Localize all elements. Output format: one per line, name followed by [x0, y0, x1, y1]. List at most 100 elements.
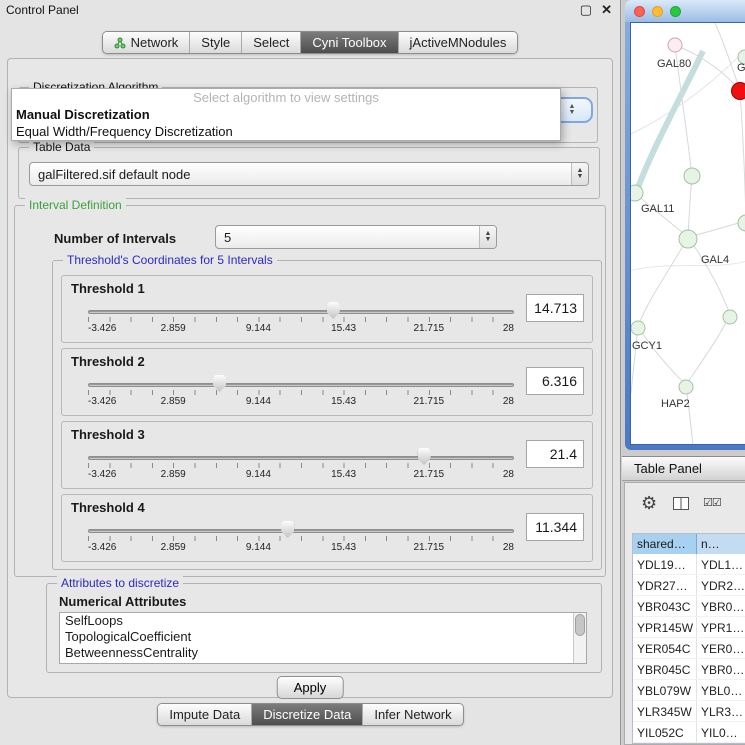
table-row[interactable]: YER054C YER0… — [633, 638, 745, 659]
node[interactable] — [679, 380, 693, 394]
number-of-intervals-label: Number of Intervals — [54, 231, 176, 246]
node[interactable] — [668, 38, 682, 52]
attributes-to-discretize-group: Attributes to discretize Numerical Attri… — [46, 583, 602, 673]
table-row[interactable]: YBR043C YBR0… — [633, 596, 745, 617]
scrollbar-thumb[interactable] — [575, 614, 585, 636]
table-data-combobox[interactable]: galFiltered.sif default node ▲▼ — [29, 162, 589, 186]
table-data-group: Table Data galFiltered.sif default node … — [18, 147, 600, 199]
tab-network[interactable]: Network — [103, 32, 191, 53]
attributes-group-title: Attributes to discretize — [57, 576, 183, 590]
table-data-group-title: Table Data — [29, 140, 94, 154]
selected-node[interactable] — [732, 83, 745, 100]
slider-ticks — [88, 390, 514, 395]
node[interactable] — [723, 310, 737, 324]
tab-jactivemnodules-label: jActiveMNodules — [410, 35, 507, 50]
thresholds-coordinates-group-title: Threshold's Coordinates for 5 Intervals — [63, 253, 277, 267]
scale-label: 9.144 — [246, 469, 271, 480]
threshold-value-field[interactable]: 6.316 — [526, 367, 584, 395]
slider-scale: -3.426 2.859 9.144 15.43 21.715 28 — [88, 469, 514, 481]
threshold-panel: Threshold 4 -3.426 2.859 9.144 15.43 21.… — [61, 494, 593, 562]
table-data-combobox-value: galFiltered.sif default node — [30, 167, 571, 182]
node[interactable] — [631, 321, 645, 335]
list-scrollbar[interactable] — [573, 613, 586, 663]
scale-label: 2.859 — [161, 396, 186, 407]
tab-discretize-data[interactable]: Discretize Data — [252, 704, 363, 725]
stepper-arrows-icon: ▲▼ — [569, 104, 576, 116]
stepper-arrows-icon[interactable]: ▲▼ — [479, 226, 496, 248]
slider-track[interactable] — [88, 529, 514, 533]
table-row[interactable]: YIL052C YIL0… — [633, 722, 745, 743]
scale-label: -3.426 — [88, 396, 116, 407]
stepper-arrows-icon[interactable]: ▲▼ — [571, 163, 588, 185]
cyni-toolbox-panel: Discretization Algorithm ▲▼ Select algor… — [7, 58, 613, 698]
numerical-attributes-list: SelfLoops TopologicalCoefficient Between… — [59, 612, 587, 664]
list-item[interactable]: TopologicalCoefficient — [60, 629, 586, 645]
slider-track[interactable] — [88, 383, 514, 387]
cell-shared-name: YBR043C — [633, 596, 697, 616]
slider-scale: -3.426 2.859 9.144 15.43 21.715 28 — [88, 323, 514, 335]
slider-scale: -3.426 2.859 9.144 15.43 21.715 28 — [88, 396, 514, 408]
threshold-label: Threshold 4 — [71, 500, 145, 515]
slider-track[interactable] — [88, 456, 514, 460]
control-panel-window: Control Panel ▢ ✕ Network Style Select — [0, 0, 621, 745]
tab-jactivemnodules[interactable]: jActiveMNodules — [399, 32, 518, 53]
close-icon[interactable]: ✕ — [601, 2, 612, 18]
list-item[interactable]: SelfLoops — [60, 613, 586, 629]
threshold-panel: Threshold 2 -3.426 2.859 9.144 15.43 21.… — [61, 348, 593, 416]
number-of-intervals-combobox[interactable]: 5 ▲▼ — [215, 225, 497, 249]
table-row[interactable]: YLR345W YLR3… — [633, 701, 745, 722]
tab-impute-data[interactable]: Impute Data — [158, 704, 252, 725]
table-row[interactable]: YDR27… YDR2… — [633, 575, 745, 596]
table-row[interactable]: YDL19… YDL1… — [633, 554, 745, 575]
scale-label: 9.144 — [246, 323, 271, 334]
interval-definition-group-title: Interval Definition — [25, 198, 126, 212]
minimize-traffic-light[interactable] — [652, 6, 663, 17]
tab-infer-network[interactable]: Infer Network — [363, 704, 462, 725]
node[interactable] — [684, 168, 700, 184]
cell-shared-name: YDR27… — [633, 575, 697, 595]
tab-style[interactable]: Style — [190, 32, 242, 53]
float-window-icon[interactable]: ▢ — [580, 2, 592, 18]
dropdown-option-manual-discretization[interactable]: Manual Discretization — [12, 106, 560, 123]
dropdown-option-equal-width-frequency[interactable]: Equal Width/Frequency Discretization — [12, 123, 560, 140]
threshold-panel: Threshold 1 -3.426 2.859 9.144 15.43 21.… — [61, 275, 593, 343]
node[interactable] — [679, 230, 697, 248]
scale-label: 28 — [503, 542, 514, 553]
network-icon — [114, 37, 126, 49]
close-traffic-light[interactable] — [634, 6, 645, 17]
tab-select[interactable]: Select — [242, 32, 301, 53]
select-rows-icons[interactable]: ☑☑ — [703, 496, 721, 509]
window-title: Control Panel — [6, 3, 79, 17]
column-header-shared-name[interactable]: shared… — [633, 534, 697, 554]
table-row[interactable]: YPR145W YPR1… — [633, 617, 745, 638]
node[interactable] — [738, 215, 745, 231]
threshold-value-field[interactable]: 14.713 — [526, 294, 584, 322]
list-item[interactable]: BetweennessCentrality — [60, 645, 586, 661]
gear-icon[interactable]: ⚙ — [641, 493, 657, 514]
scale-label: 28 — [503, 323, 514, 334]
table-row[interactable]: YBL079W YBL0… — [633, 680, 745, 701]
columns-icon[interactable] — [673, 497, 689, 513]
zoom-traffic-light[interactable] — [670, 6, 681, 17]
table-row[interactable]: YBR045C YBR0… — [633, 659, 745, 680]
threshold-slider[interactable]: -3.426 2.859 9.144 15.43 21.715 28 — [88, 448, 514, 486]
tab-cyni-toolbox[interactable]: Cyni Toolbox — [301, 32, 398, 53]
scale-label: 2.859 — [161, 469, 186, 480]
slider-track[interactable] — [88, 310, 514, 314]
column-header-name[interactable]: n… — [697, 534, 745, 554]
right-column: GAL80 GA GAL11 GAL4 GCY1 HAP2 Table Pane… — [622, 0, 745, 745]
cell-shared-name: YPR145W — [633, 617, 697, 637]
threshold-value-field[interactable]: 11.344 — [526, 513, 584, 541]
cell-name: YDL1… — [697, 554, 745, 574]
threshold-slider[interactable]: -3.426 2.859 9.144 15.43 21.715 28 — [88, 302, 514, 340]
tab-network-label: Network — [131, 35, 179, 50]
threshold-value-field[interactable]: 21.4 — [526, 440, 584, 468]
network-canvas[interactable]: GAL80 GA GAL11 GAL4 GCY1 HAP2 — [630, 22, 745, 445]
node[interactable] — [631, 185, 643, 201]
apply-button[interactable]: Apply — [277, 676, 344, 699]
cell-shared-name: YER054C — [633, 638, 697, 658]
threshold-slider[interactable]: -3.426 2.859 9.144 15.43 21.715 28 — [88, 521, 514, 559]
node-label: GA — [737, 62, 745, 74]
threshold-slider[interactable]: -3.426 2.859 9.144 15.43 21.715 28 — [88, 375, 514, 413]
cell-name: YER0… — [697, 638, 745, 658]
